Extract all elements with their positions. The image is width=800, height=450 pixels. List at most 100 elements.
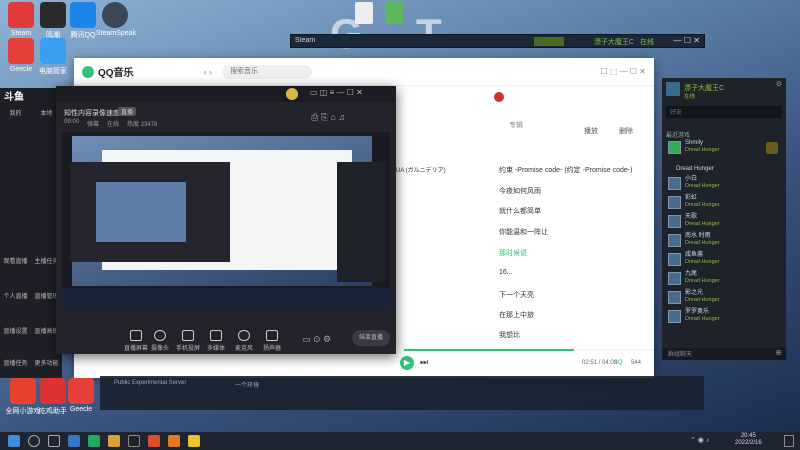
windows-start-icon[interactable]	[8, 435, 20, 447]
folder-icon[interactable]	[108, 435, 120, 447]
delete-button[interactable]: 删除	[619, 126, 633, 136]
avatar	[668, 271, 681, 285]
friend-row[interactable]: 天歌 Dread Hunger	[668, 214, 720, 228]
friends-search-bar[interactable]: 好友	[666, 106, 782, 118]
stream-online: 在线	[107, 122, 120, 128]
desktop-excel-icon[interactable]	[385, 2, 403, 24]
background-window-strip: Public Experimental Server 一个环境	[100, 376, 704, 410]
clock-date: 2022/2/16	[735, 440, 762, 446]
minigames-app-icon	[10, 378, 36, 404]
play-button[interactable]: ▶	[400, 356, 414, 370]
list-item[interactable]: 你能温和一阵让	[499, 227, 548, 237]
avatar	[668, 195, 681, 209]
steam-titlebar[interactable]: Steam 漂子大魔王C 在线 — ☐ ✕	[290, 34, 705, 48]
chrome-icon[interactable]	[88, 435, 100, 447]
search-icon[interactable]	[28, 435, 40, 447]
geecle-app-icon	[8, 38, 34, 64]
list-item[interactable]: 那时候说	[499, 248, 527, 258]
friend-row[interactable]: Shmily Dread Hunger	[668, 140, 720, 154]
desktop-icon-steamspeak[interactable]: SteamSpeak	[96, 2, 136, 37]
sidebar-item[interactable]: 直播设置	[3, 326, 27, 335]
list-item[interactable]: 我想比	[499, 330, 520, 340]
list-item[interactable]: 今夜如何风雨	[499, 186, 541, 196]
qqmusic-window-controls[interactable]: ☐ ⬚ — ☐ ✕	[601, 67, 647, 76]
sidebar-item[interactable]: 观看直播	[3, 256, 27, 265]
stream-preview[interactable]	[62, 132, 390, 310]
sidebar-row: 观看直播 主播任务	[0, 256, 62, 265]
list-item[interactable]: 约束 -Promise code- (约定 -Promise code-)	[499, 165, 632, 175]
pcmanager-app-icon	[40, 38, 66, 64]
qqmusic-logo-icon	[82, 65, 94, 78]
friends-footer[interactable]: 群组聊天 ⊕	[662, 348, 786, 360]
sidebar-item[interactable]: 更多功能	[34, 358, 58, 367]
sidebar-item[interactable]: 主播任务	[34, 256, 58, 265]
sidebar-item[interactable]: 个人直播	[3, 291, 27, 300]
add-icon[interactable]: ⊕	[775, 348, 782, 357]
steam-title: Steam	[295, 37, 316, 44]
sidebar-item[interactable]: 直播任务	[3, 358, 27, 367]
streamer-window[interactable]: ▭ ◫ ≡ — ☐ ✕ 知性内容录像速度 直播 09:00 弹幕 在线 热度 2…	[56, 86, 396, 354]
friends-search-input[interactable]: 好友	[666, 110, 682, 116]
quality-badge[interactable]: SQ	[614, 360, 623, 366]
section-game[interactable]: Dread Hunger	[676, 166, 714, 172]
playlist-count[interactable]: 544	[631, 360, 641, 366]
speaker-icon	[266, 330, 278, 341]
menu-local[interactable]: 本地	[40, 108, 52, 117]
play-all-button[interactable]: 播放	[584, 126, 598, 136]
streamer-window-controls[interactable]: ▭ ◫ ≡ — ☐ ✕	[310, 88, 363, 97]
streamer-toolbar-icons[interactable]: ⎙ ⎘ ⌂ ♫	[311, 112, 345, 123]
sidebar-row: 直播设置 直播高级	[0, 326, 62, 335]
geecle-app-icon	[68, 378, 94, 404]
mingchao-app-icon	[40, 2, 66, 28]
tray-icons[interactable]: ⌃ ◉ ♪	[690, 436, 709, 444]
nav-back-icon[interactable]: ‹ ›	[204, 67, 213, 77]
steam-taskbar-icon[interactable]	[128, 435, 140, 447]
notification-icon[interactable]	[784, 435, 794, 447]
office-taskbar-icon[interactable]	[168, 435, 180, 447]
next-track-icon[interactable]: ⏭	[420, 357, 428, 368]
list-item[interactable]: 16...	[499, 269, 513, 276]
app-taskbar-icon[interactable]	[148, 435, 160, 447]
avatar	[668, 140, 681, 154]
sidebar-item[interactable]: 直播管理	[34, 291, 58, 300]
desktop-icon-pcmanager[interactable]: 电脑管家	[34, 38, 72, 76]
steam-user-name[interactable]: 漂子大魔王C	[594, 37, 634, 47]
desktop-icon-geecle-2[interactable]: Geecle	[62, 378, 100, 413]
task-view-icon[interactable]	[48, 435, 60, 447]
list-item[interactable]: 在那上中旅	[499, 310, 534, 320]
camera-icon	[154, 330, 166, 341]
desktop-file-icon[interactable]	[355, 2, 373, 24]
avatar[interactable]	[666, 82, 680, 96]
tool-speaker[interactable]: 扬声器	[252, 330, 292, 352]
search-input[interactable]	[222, 64, 313, 79]
settings-icons[interactable]: ▭ ⊙ ⚙	[302, 334, 331, 345]
sidebar-row: 个人直播 直播管理	[0, 291, 62, 300]
steamspeak-app-icon	[102, 2, 128, 28]
game-badge	[766, 142, 778, 154]
phone-cast-icon	[182, 330, 194, 341]
list-item[interactable]: 就什么都简单	[499, 206, 541, 216]
sidebar-item[interactable]: 直播高级	[34, 326, 58, 335]
edge-icon[interactable]	[68, 435, 80, 447]
preview-friends	[337, 162, 385, 282]
gear-icon[interactable]: ⚙	[776, 80, 782, 88]
friend-row[interactable]: 咸鱼酱 Dread Hunger	[668, 252, 720, 266]
friend-row[interactable]: 影之光 Dread Hunger	[668, 290, 720, 304]
progress-track[interactable]	[404, 349, 654, 351]
menu-mine[interactable]: 我的	[9, 108, 21, 117]
steam-friends-panel[interactable]: 漂子大魔王C 在线 ⚙ 好友 最近游戏 Shmily Dread Hunger D…	[662, 78, 786, 360]
explorer-taskbar-icon[interactable]	[188, 435, 200, 447]
friend-row[interactable]: 彩虹 Dread Hunger	[668, 195, 720, 209]
clock[interactable]: 20:45 2022/2/16	[735, 433, 762, 447]
list-item[interactable]: 下一个天亮	[499, 290, 534, 300]
avatar[interactable]	[286, 88, 298, 100]
friend-row[interactable]: 罗罗奥乐 Dread Hunger	[668, 309, 720, 323]
friend-row[interactable]: 九尾 Dread Hunger	[668, 271, 720, 285]
friend-row[interactable]: 小白 Dread Hunger	[668, 176, 720, 190]
window-controls[interactable]: — ☐ ✕	[674, 36, 700, 45]
end-stream-button[interactable]: 结束直播	[352, 330, 390, 346]
avatar	[668, 214, 681, 228]
user-avatar[interactable]	[494, 92, 504, 102]
friend-row[interactable]: 南水 时雨 Dread Hunger	[668, 233, 720, 247]
douyu-sidebar: 斗鱼 我的 本地 观看直播 主播任务 个人直播 直播管理 直播设置 直播高级 直…	[0, 88, 62, 378]
